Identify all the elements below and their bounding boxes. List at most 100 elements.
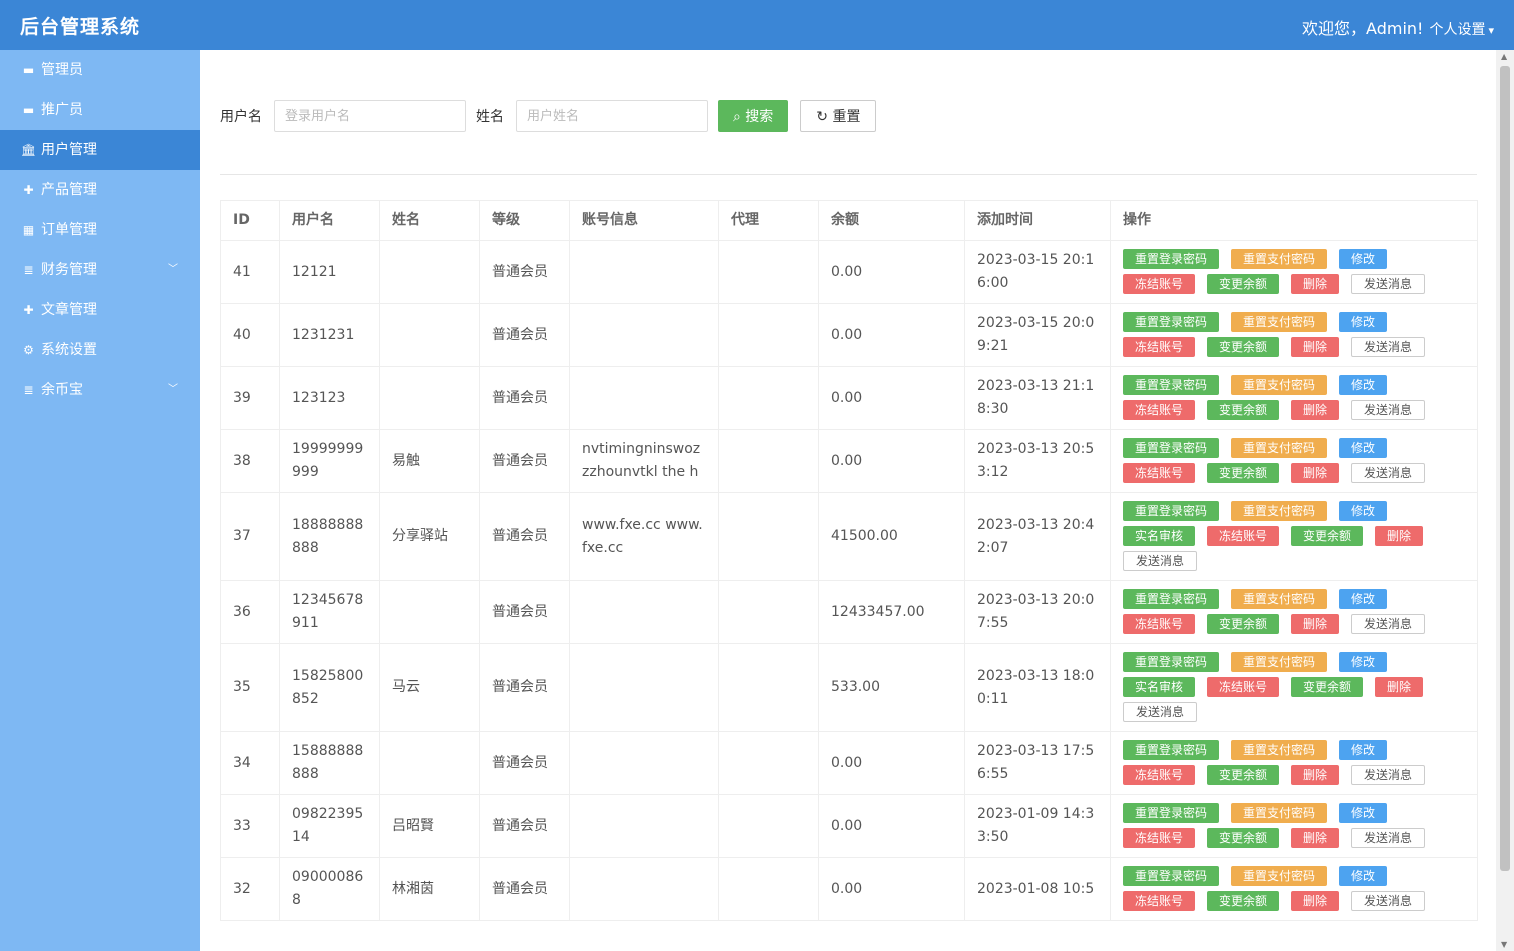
message-button[interactable]: 发送消息: [1351, 400, 1426, 420]
freeze-button[interactable]: 冻结账号: [1123, 463, 1196, 483]
reset-pay-button[interactable]: 重置支付密码: [1231, 249, 1328, 269]
reset-pay-button[interactable]: 重置支付密码: [1231, 501, 1328, 521]
reset-login-button[interactable]: 重置登录密码: [1123, 375, 1220, 395]
reset-login-button[interactable]: 重置登录密码: [1123, 312, 1220, 332]
freeze-button[interactable]: 冻结账号: [1123, 891, 1196, 911]
message-button[interactable]: 发送消息: [1351, 614, 1426, 634]
reset-login-button[interactable]: 重置登录密码: [1123, 740, 1220, 760]
scrollbar[interactable]: ▲ ▼: [1496, 50, 1514, 951]
sidebar-item-3[interactable]: ✚ 产品管理: [0, 170, 200, 210]
reset-pay-button[interactable]: 重置支付密码: [1231, 438, 1328, 458]
sidebar-item-6[interactable]: ✚ 文章管理: [0, 290, 200, 330]
sidebar-item-0[interactable]: ▬ 管理员: [0, 50, 200, 90]
reset-button[interactable]: ↻ 重置: [800, 100, 877, 132]
balance-button[interactable]: 变更余额: [1291, 526, 1364, 546]
sidebar-item-1[interactable]: ▬ 推广员: [0, 90, 200, 130]
reset-pay-button[interactable]: 重置支付密码: [1231, 740, 1328, 760]
reset-login-button[interactable]: 重置登录密码: [1123, 589, 1220, 609]
settings-link[interactable]: 个人设置: [1429, 22, 1485, 38]
balance-button[interactable]: 变更余额: [1207, 891, 1280, 911]
message-button[interactable]: 发送消息: [1351, 828, 1426, 848]
edit-button[interactable]: 修改: [1339, 438, 1388, 458]
user-menu[interactable]: 欢迎您，Admin! 个人设置 ▾: [1302, 15, 1494, 39]
scroll-thumb[interactable]: [1500, 66, 1510, 871]
freeze-button[interactable]: 冻结账号: [1123, 828, 1196, 848]
freeze-button[interactable]: 冻结账号: [1123, 400, 1196, 420]
app-title: 后台管理系统: [20, 16, 141, 38]
scroll-up-icon[interactable]: ▲: [1501, 52, 1507, 61]
name-input[interactable]: [516, 100, 708, 132]
reset-login-button[interactable]: 重置登录密码: [1123, 501, 1220, 521]
freeze-button[interactable]: 冻结账号: [1123, 765, 1196, 785]
edit-button[interactable]: 修改: [1339, 589, 1388, 609]
delete-button[interactable]: 删除: [1291, 891, 1340, 911]
column-header: ID: [220, 200, 280, 241]
edit-button[interactable]: 修改: [1339, 375, 1388, 395]
delete-button[interactable]: 删除: [1291, 828, 1340, 848]
freeze-button[interactable]: 冻结账号: [1123, 274, 1196, 294]
delete-button[interactable]: 删除: [1291, 337, 1340, 357]
balance-button[interactable]: 变更余额: [1291, 677, 1364, 697]
message-button[interactable]: 发送消息: [1351, 891, 1426, 911]
reset-pay-button[interactable]: 重置支付密码: [1231, 312, 1328, 332]
cell-balance: 533.00: [818, 643, 965, 732]
reset-login-button[interactable]: 重置登录密码: [1123, 866, 1220, 886]
balance-button[interactable]: 变更余额: [1207, 274, 1280, 294]
message-button[interactable]: 发送消息: [1351, 337, 1426, 357]
reset-pay-button[interactable]: 重置支付密码: [1231, 589, 1328, 609]
message-button[interactable]: 发送消息: [1123, 702, 1198, 722]
delete-button[interactable]: 删除: [1375, 526, 1424, 546]
reset-login-button[interactable]: 重置登录密码: [1123, 803, 1220, 823]
delete-button[interactable]: 删除: [1291, 765, 1340, 785]
edit-button[interactable]: 修改: [1339, 312, 1388, 332]
edit-button[interactable]: 修改: [1339, 652, 1388, 672]
reset-login-button[interactable]: 重置登录密码: [1123, 249, 1220, 269]
edit-button[interactable]: 修改: [1339, 249, 1388, 269]
balance-button[interactable]: 变更余额: [1207, 828, 1280, 848]
reset-pay-button[interactable]: 重置支付密码: [1231, 803, 1328, 823]
delete-button[interactable]: 删除: [1291, 274, 1340, 294]
freeze-button[interactable]: 冻结账号: [1123, 614, 1196, 634]
sidebar-item-5[interactable]: ≣ 财务管理 ﹀: [0, 250, 200, 290]
balance-button[interactable]: 变更余额: [1207, 400, 1280, 420]
edit-button[interactable]: 修改: [1339, 866, 1388, 886]
message-button[interactable]: 发送消息: [1351, 463, 1426, 483]
verify-button[interactable]: 实名审核: [1123, 677, 1196, 697]
reset-login-button[interactable]: 重置登录密码: [1123, 652, 1220, 672]
cell-balance: 0.00: [818, 857, 965, 921]
sidebar-item-7[interactable]: ⚙ 系统设置: [0, 330, 200, 370]
delete-button[interactable]: 删除: [1291, 614, 1340, 634]
message-button[interactable]: 发送消息: [1351, 274, 1426, 294]
balance-button[interactable]: 变更余额: [1207, 614, 1280, 634]
balance-button[interactable]: 变更余额: [1207, 765, 1280, 785]
cell-id: 39: [220, 366, 280, 430]
verify-button[interactable]: 实名审核: [1123, 526, 1196, 546]
delete-button[interactable]: 删除: [1375, 677, 1424, 697]
delete-button[interactable]: 删除: [1291, 400, 1340, 420]
card-icon: ▬: [22, 63, 35, 77]
reset-pay-button[interactable]: 重置支付密码: [1231, 375, 1328, 395]
sidebar-item-4[interactable]: ▦ 订单管理: [0, 210, 200, 250]
reset-login-button[interactable]: 重置登录密码: [1123, 438, 1220, 458]
sidebar-item-2[interactable]: 🏛 用户管理: [0, 130, 200, 170]
edit-button[interactable]: 修改: [1339, 740, 1388, 760]
username-input[interactable]: [274, 100, 466, 132]
cell-agent: [718, 857, 819, 921]
delete-button[interactable]: 删除: [1291, 463, 1340, 483]
cell-actions: 重置登录密码 重置支付密码 修改冻结账号 变更余额 删除 发送消息: [1110, 731, 1478, 795]
edit-button[interactable]: 修改: [1339, 501, 1388, 521]
divider: [220, 174, 1477, 175]
reset-pay-button[interactable]: 重置支付密码: [1231, 652, 1328, 672]
scroll-down-icon[interactable]: ▼: [1501, 940, 1507, 949]
message-button[interactable]: 发送消息: [1123, 551, 1198, 571]
reset-pay-button[interactable]: 重置支付密码: [1231, 866, 1328, 886]
freeze-button[interactable]: 冻结账号: [1207, 677, 1280, 697]
balance-button[interactable]: 变更余额: [1207, 337, 1280, 357]
freeze-button[interactable]: 冻结账号: [1123, 337, 1196, 357]
edit-button[interactable]: 修改: [1339, 803, 1388, 823]
sidebar-item-8[interactable]: ≣ 余币宝 ﹀: [0, 370, 200, 410]
balance-button[interactable]: 变更余额: [1207, 463, 1280, 483]
message-button[interactable]: 发送消息: [1351, 765, 1426, 785]
search-button[interactable]: ⌕ 搜索: [718, 100, 789, 132]
freeze-button[interactable]: 冻结账号: [1207, 526, 1280, 546]
